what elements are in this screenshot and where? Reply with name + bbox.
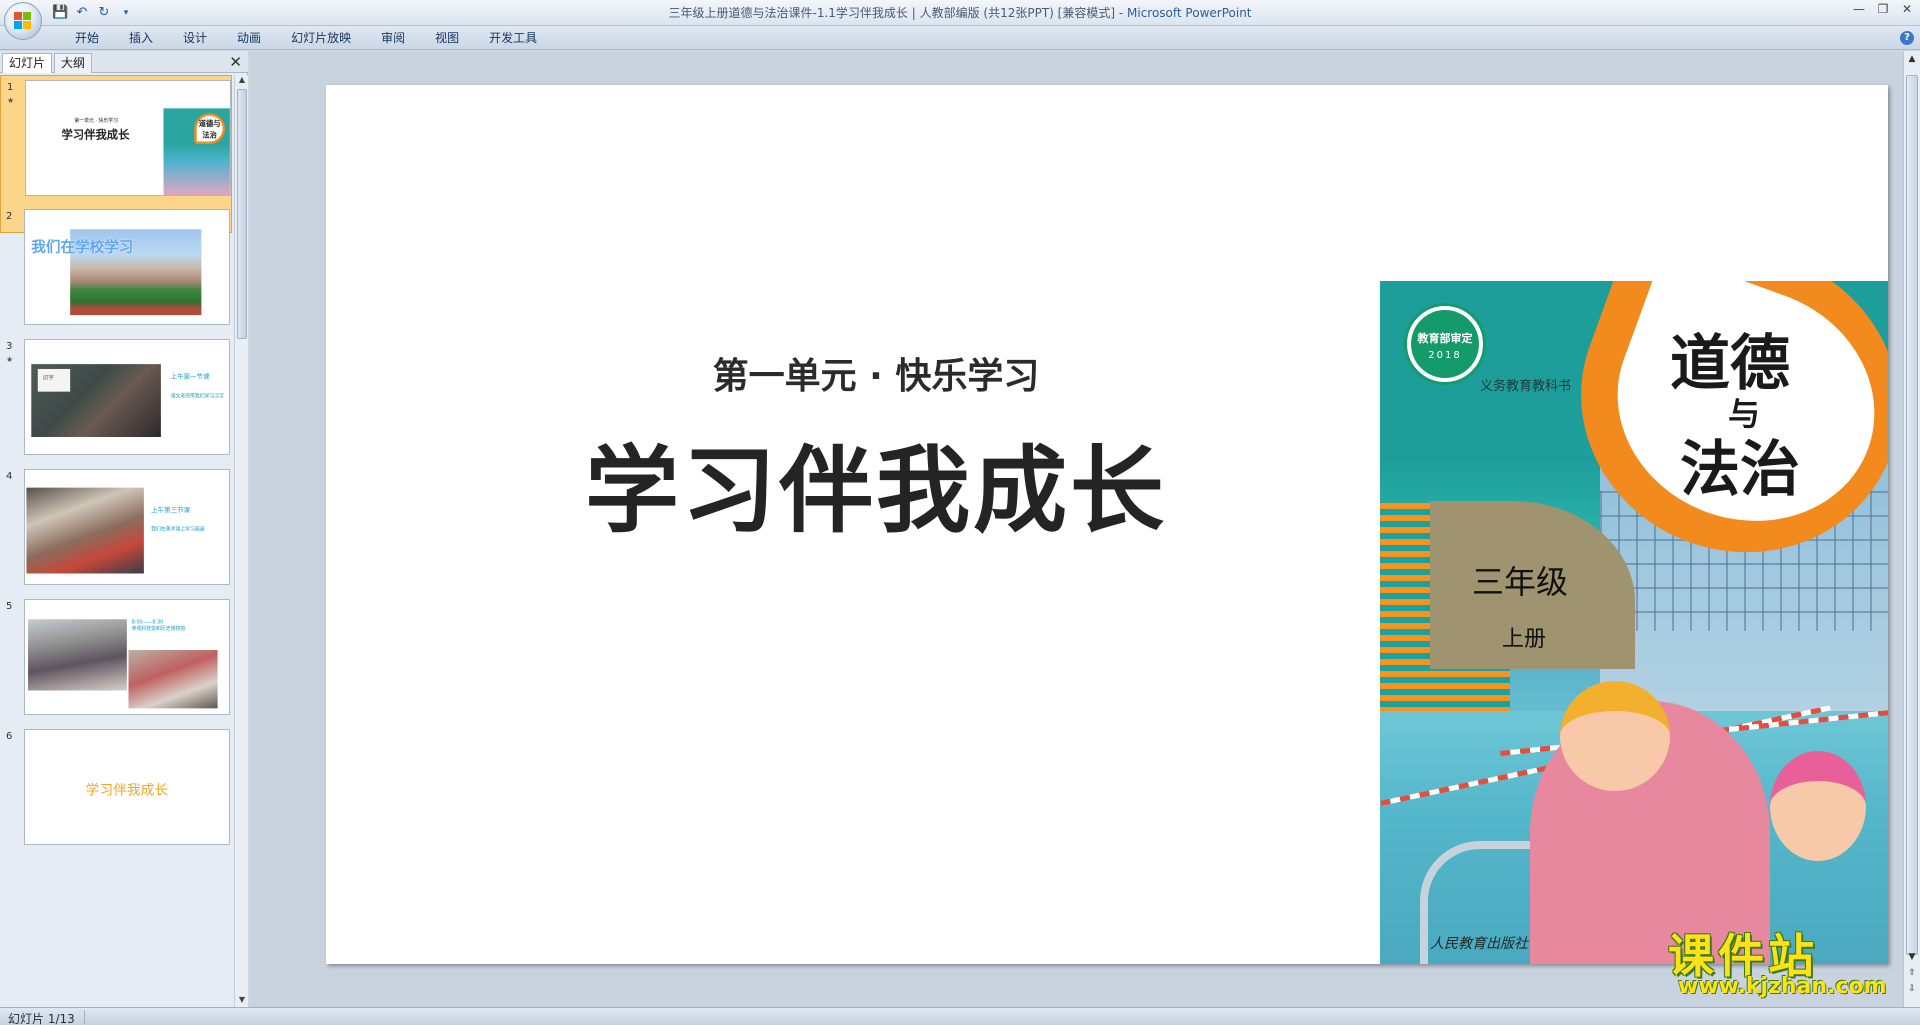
book-title-top: 道德: [1670, 329, 1790, 399]
thumbnail-canvas: 学习伴我成长: [24, 729, 230, 845]
slide-number: 1: [7, 82, 14, 93]
approval-seal: 教育部审定 2018: [1404, 303, 1486, 385]
textbook-cover-image[interactable]: 道德 与 法治 教育部审定 2018 义务教育教科书 三年级 上册 人民教育出版…: [1380, 281, 1888, 964]
close-pane-icon[interactable]: ✕: [229, 53, 242, 71]
slide-number: 4: [6, 471, 13, 482]
window-controls: — ❐ ✕: [1852, 2, 1914, 16]
scroll-up-icon[interactable]: ▲: [235, 75, 249, 87]
book-grade: 三年级: [1472, 563, 1569, 601]
thumb-body: 我们在美术课上学习画画: [151, 526, 205, 533]
scroll-up-icon[interactable]: ▲: [1906, 53, 1918, 65]
book-label: 道德与法治: [194, 113, 226, 144]
thumb-heading: 8:00——8:30: [131, 619, 164, 625]
editor-scrollbar[interactable]: ▲ ▼ ⇧ ⇩: [1903, 51, 1920, 1007]
book-volume: 上册: [1502, 627, 1547, 652]
tab-insert[interactable]: 插入: [114, 30, 168, 46]
scroll-down-icon[interactable]: ▼: [235, 995, 249, 1007]
book-cover-image: 道德与法治: [163, 108, 230, 196]
thumbnail-canvas: 第一单元 · 快乐学习 学习伴我成长 道德与法治: [25, 80, 231, 196]
book-series: 义务教育教科书: [1480, 379, 1572, 394]
slide-number: 2: [6, 211, 13, 222]
document-title: 三年级上册道德与法治课件-1.1学习伴我成长 | 人教部编版 (共12张PPT)…: [668, 6, 1116, 20]
art-class-photo: [26, 487, 144, 574]
office-logo-icon: [14, 12, 32, 30]
book-title-bottom: 法治: [1680, 435, 1800, 505]
animation-icon: ★: [7, 96, 15, 105]
slide-title[interactable]: 学习伴我成长: [326, 415, 1426, 551]
thumbnail-scrollbar[interactable]: ▲ ▼: [234, 75, 248, 1007]
thumbnail-canvas: 上午第三节课 我们在美术课上学习画画: [24, 469, 230, 585]
tab-home[interactable]: 开始: [60, 30, 114, 46]
tab-animations[interactable]: 动画: [222, 30, 276, 46]
current-slide[interactable]: 第一单元 · 快乐学习 学习伴我成长 道德 与 法治 教育部审定 2018 义务…: [326, 85, 1888, 964]
tab-slideshow[interactable]: 幻灯片放映: [276, 30, 366, 46]
seal-text: 教育部审定: [1417, 332, 1473, 345]
site-watermark: 课件站 www.kjzhan.com: [1668, 920, 1908, 1004]
title-separator: -: [1115, 6, 1127, 20]
thumb-caption: 8:00——8:30 参观科技馆和历史博物馆: [132, 619, 185, 632]
minimize-icon[interactable]: —: [1852, 2, 1866, 16]
slide-thumbnail-6[interactable]: 6 学习伴我成长: [0, 725, 232, 883]
scroll-thumb[interactable]: [1906, 75, 1918, 955]
watermark-url: www.kjzhan.com: [1678, 974, 1887, 999]
tab-developer[interactable]: 开发工具: [474, 30, 552, 46]
thumb-text: 我们在学校学习: [31, 238, 134, 256]
help-icon[interactable]: ?: [1900, 31, 1914, 45]
close-icon[interactable]: ✕: [1900, 2, 1914, 16]
blackboard: 识字: [37, 368, 71, 392]
tab-design[interactable]: 设计: [168, 30, 222, 46]
window-title: 三年级上册道德与法治课件-1.1学习伴我成长 | 人教部编版 (共12张PPT)…: [0, 4, 1920, 21]
office-button[interactable]: [4, 2, 42, 40]
thumb-heading: 上午第三节课: [151, 506, 191, 514]
tab-review[interactable]: 审阅: [366, 30, 420, 46]
thumbnail-canvas: 我们在学校学习: [24, 209, 230, 325]
animation-icon: ★: [6, 355, 14, 364]
slide-number: 5: [6, 601, 13, 612]
status-bar: 幻灯片 1/13: [0, 1007, 1920, 1025]
status-divider: [84, 1010, 85, 1024]
activity-photo-1: [28, 619, 127, 691]
restore-icon[interactable]: ❐: [1876, 2, 1890, 16]
app-name: Microsoft PowerPoint: [1127, 6, 1252, 20]
book-publisher: 人民教育出版社: [1430, 936, 1528, 952]
scroll-thumb[interactable]: [237, 89, 247, 339]
seal-year: 2018: [1428, 350, 1462, 361]
swimmer-head: [1560, 681, 1670, 791]
thumbnail-canvas: 8:00——8:30 参观科技馆和历史博物馆: [24, 599, 230, 715]
pane-tabs: 幻灯片 大纲 ✕: [0, 51, 248, 73]
thumbnail-list: 1 ★ 第一单元 · 快乐学习 学习伴我成长 道德与法治 2 我们在学校学习 3…: [0, 75, 232, 1007]
slide-count: 幻灯片 1/13: [8, 1012, 75, 1025]
tab-slides[interactable]: 幻灯片: [2, 53, 53, 73]
slides-pane: 幻灯片 大纲 ✕ 1 ★ 第一单元 · 快乐学习 学习伴我成长 道德与法治 2 …: [0, 51, 248, 1007]
ribbon-tabs: 开始 插入 设计 动画 幻灯片放映 审阅 视图 开发工具: [60, 30, 552, 46]
slide-number: 3: [6, 341, 13, 352]
slide-number: 6: [6, 731, 13, 742]
thumb-title: 学习伴我成长: [61, 128, 130, 142]
board-text: 识字: [42, 374, 54, 382]
thumb-heading: 上午第一节课: [170, 373, 210, 381]
classroom-photo: 识字: [31, 364, 161, 438]
ribbon: 开始 插入 设计 动画 幻灯片放映 审阅 视图 开发工具 ?: [0, 26, 1920, 50]
child-head: [1770, 751, 1866, 861]
thumbnail-canvas: 识字 上午第一节课 语文老师带我们学习汉字: [24, 339, 230, 455]
thumb-body: 语文老师带我们学习汉字: [170, 393, 225, 399]
title-bar: 💾 ↶ ↻ ▾ 三年级上册道德与法治课件-1.1学习伴我成长 | 人教部编版 (…: [0, 0, 1920, 26]
thumb-subtitle: 第一单元 · 快乐学习: [74, 118, 118, 124]
slide-subtitle[interactable]: 第一单元 · 快乐学习: [326, 347, 1426, 399]
tab-outline[interactable]: 大纲: [54, 53, 93, 73]
tab-view[interactable]: 视图: [420, 30, 474, 46]
thumb-body: 参观科技馆和历史博物馆: [131, 625, 186, 632]
thumb-text: 学习伴我成长: [85, 782, 169, 799]
activity-photo-2: [128, 650, 218, 709]
